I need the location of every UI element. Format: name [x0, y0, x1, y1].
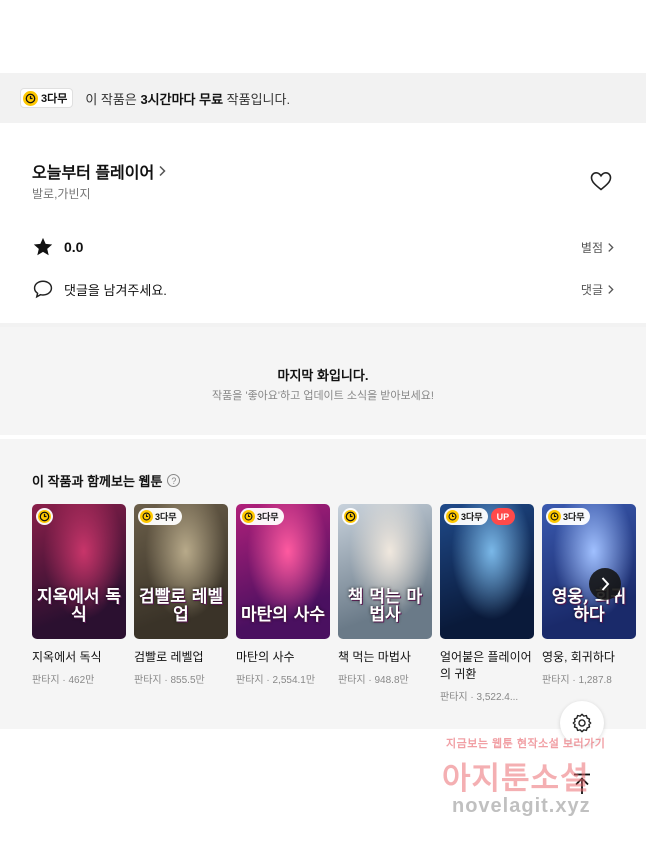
card-title: 영웅, 회귀하다 [542, 650, 615, 664]
free-badge: 3다무 [546, 508, 590, 525]
work-title-link[interactable]: 오늘부터 플레이어 [32, 159, 166, 183]
free-badge: 3다무 [138, 508, 182, 525]
settings-button[interactable] [560, 701, 604, 745]
free-badge-label: 3다무 [461, 512, 483, 522]
cover-title-logo: 책 먹는 마법사 [347, 587, 423, 626]
free-badge-label: 3다무 [155, 512, 177, 522]
comment-link[interactable]: 댓글 [581, 281, 614, 298]
recommend-heading-text: 이 작품과 함께보는 웹툰 [32, 474, 163, 489]
cover-title-logo: 마탄의 사수 [240, 605, 326, 626]
speech-bubble-icon [33, 280, 53, 299]
rating-link-label: 별점 [580, 240, 603, 255]
clock-icon [548, 510, 561, 523]
card-thumbnail: 3다무 UP [440, 504, 534, 639]
card-thumbnail: 3다무검빨로 레벨업 [134, 504, 228, 639]
work-title: 오늘부터 플레이어 [32, 165, 155, 182]
recommend-section: 이 작품과 함께보는 웹툰 ? 지옥에서 독식 지옥에서 독식 판타지 · 462만… [0, 439, 646, 729]
card-meta: 판타지 · 948.8만 [338, 675, 409, 686]
recommend-card[interactable]: 3다무 영웅, 회귀하다 영웅, 회귀하다 판타지 · 1,287.8 [542, 504, 636, 686]
banner-bold: 3시간마다 무료 [140, 91, 224, 107]
free-badge: 3다무 [240, 508, 284, 525]
card-title: 얼어붙은 플레이어의 귀환 [440, 650, 532, 681]
rating-row[interactable]: 0.0 별점 [32, 233, 614, 261]
card-meta: 판타지 · 3,522.4... [440, 692, 519, 703]
rating-score: 0.0 [64, 239, 84, 255]
recommend-card[interactable]: 3다무 UP 얼어붙은 플레이어의 귀환판타지 · 3,522.4... [440, 504, 534, 703]
recommend-card[interactable]: 지옥에서 독식 지옥에서 독식 판타지 · 462만 [32, 504, 126, 686]
recommend-card[interactable]: 책 먹는 마법사 책 먹는 마법사 판타지 · 948.8만 [338, 504, 432, 686]
card-title: 검빨로 레벨업 [134, 650, 204, 664]
card-thumbnail: 3다무마탄의 사수 [236, 504, 330, 639]
chevron-right-icon [608, 284, 614, 294]
rating-link[interactable]: 별점 [581, 239, 614, 256]
gear-icon [572, 713, 592, 733]
card-thumbnail: 3다무영웅, 회귀하다 [542, 504, 636, 639]
card-title: 책 먹는 마법사 [338, 650, 411, 664]
comment-row[interactable]: 댓글을 남겨주세요. 댓글 [32, 275, 614, 303]
clock-icon [23, 90, 38, 106]
help-icon[interactable]: ? [167, 474, 181, 487]
up-badge: UP [490, 508, 516, 525]
chevron-right-icon [159, 165, 166, 177]
clock-icon [140, 510, 153, 523]
card-title: 마탄의 사수 [236, 650, 295, 664]
chevron-right-icon [601, 577, 610, 591]
last-episode-notice: 마지막 화입니다. 작품을 '좋아요'하고 업데이트 소식을 받아보세요! [0, 327, 646, 435]
arrow-up-icon [574, 773, 590, 794]
free-badge-label: 3다무 [563, 512, 585, 522]
card-thumbnail: 책 먹는 마법사 [338, 504, 432, 639]
star-icon [33, 237, 53, 256]
card-meta: 판타지 · 1,287.8 [542, 675, 612, 686]
clock-icon [342, 508, 359, 525]
cover-title-logo: 지옥에서 독식 [36, 587, 122, 626]
last-episode-subtitle: 작품을 '좋아요'하고 업데이트 소식을 받아보세요! [212, 390, 434, 402]
work-info: 오늘부터 플레이어 발로,가빈지 0.0 별점 댓글을 남겨주세요. 댓글 [0, 123, 646, 323]
scroll-top-button[interactable] [566, 768, 598, 800]
chevron-right-icon [608, 242, 614, 252]
cover-title-logo: 영웅, 회귀하다 [551, 587, 627, 626]
clock-icon [36, 508, 53, 525]
carousel-next-button[interactable] [589, 568, 621, 600]
card-meta: 판타지 · 462만 [32, 675, 95, 686]
clock-icon [446, 510, 459, 523]
free-badge: 3다무 [444, 508, 488, 525]
recommend-card[interactable]: 3다무 마탄의 사수 마탄의 사수 판타지 · 2,554.1만 [236, 504, 330, 686]
recommend-carousel: 지옥에서 독식 지옥에서 독식 판타지 · 462만 3다무 검빨로 레벨업 검빨로 레벨… [32, 504, 646, 724]
comment-prompt: 댓글을 남겨주세요. [64, 282, 167, 298]
comment-link-label: 댓글 [580, 282, 603, 297]
recommend-card[interactable]: 3다무 검빨로 레벨업 검빨로 레벨업 판타지 · 855.5만 [134, 504, 228, 686]
cover-title-logo: 검빨로 레벨업 [138, 587, 224, 626]
free-badge-label: 3다무 [41, 93, 68, 105]
free-banner: 3다무 이 작품은 3시간마다 무료 작품입니다. [0, 73, 646, 123]
banner-prefix: 이 작품은 [85, 91, 141, 107]
free-badge: 3다무 [20, 88, 74, 108]
card-thumbnail: 지옥에서 독식 [32, 504, 126, 639]
heart-icon[interactable] [589, 169, 613, 193]
watermark: 지금보는 웹툰 현작소설 보러가기 아지툰소설 novelagit.xyz [440, 735, 640, 825]
free-banner-text: 이 작품은 3시간마다 무료 작품입니다. [85, 89, 290, 108]
last-episode-title: 마지막 화입니다. [277, 368, 369, 383]
work-authors: 발로,가빈지 [32, 187, 91, 201]
banner-suffix: 작품입니다. [223, 91, 291, 107]
recommend-heading: 이 작품과 함께보는 웹툰 ? [32, 471, 181, 490]
clock-icon [242, 510, 255, 523]
card-meta: 판타지 · 855.5만 [134, 675, 205, 686]
card-title: 지옥에서 독식 [32, 650, 102, 664]
card-meta: 판타지 · 2,554.1만 [236, 675, 316, 686]
free-badge-label: 3다무 [257, 512, 279, 522]
